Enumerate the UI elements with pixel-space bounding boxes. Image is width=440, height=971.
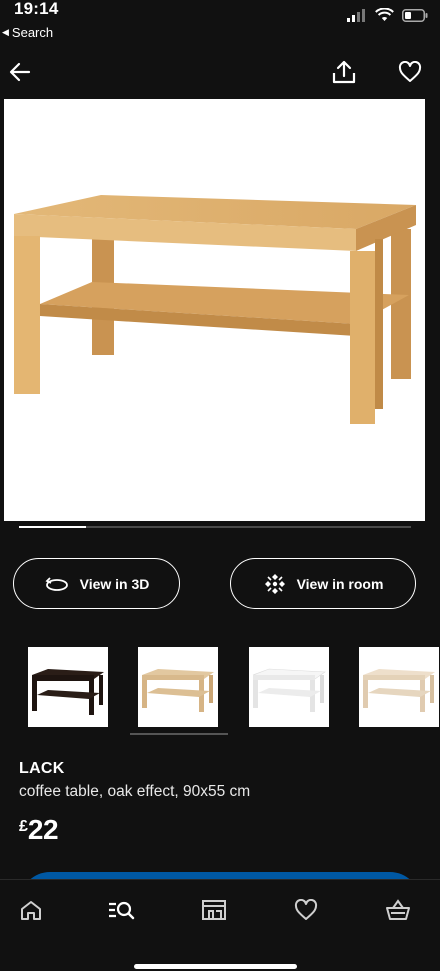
black-table-image [32,669,104,715]
variant-thumb-black-brown[interactable] [28,647,108,727]
status-icons [347,8,428,22]
heart-icon [294,899,318,920]
white-table-image [252,668,326,712]
share-icon [332,60,356,84]
price-currency: £ [19,818,28,835]
variant-thumbnails [28,647,440,739]
selected-variant-indicator [130,733,228,735]
rotate-3d-icon [45,576,68,591]
ar-room-icon [264,573,285,594]
tab-search[interactable] [107,896,135,924]
status-bar: 19:14 ◀ Search [0,0,440,44]
wifi-icon [375,8,394,21]
tab-basket[interactable] [384,896,412,924]
battery-icon [402,8,428,22]
view-in-3d-label: View in 3D [79,575,150,592]
basket-icon [386,899,410,920]
back-to-app-link[interactable]: ◀ Search [2,25,53,40]
back-app-label: Search [11,25,54,40]
view-in-room-label: View in room [296,575,384,592]
carousel-progress [19,526,411,528]
view-in-3d-button[interactable]: View in 3D [13,558,180,609]
oak-table-image [142,669,214,712]
bottom-tab-bar [0,879,440,971]
tab-home[interactable] [17,896,45,924]
view-in-room-button[interactable]: View in room [230,558,416,609]
share-button[interactable] [330,58,358,86]
home-indicator [134,964,297,969]
heart-icon [398,61,422,82]
store-icon [202,900,226,920]
back-button[interactable] [6,58,34,86]
search-icon [109,901,135,920]
arrow-left-icon [9,62,31,82]
tab-favourites[interactable] [292,896,320,924]
product-price: £ 22 [19,814,59,846]
carousel-progress-thumb [19,526,86,528]
coffee-table-image [14,195,416,424]
home-icon [21,901,41,920]
nav-bar [0,50,440,94]
variant-thumb-white[interactable] [249,647,329,727]
status-time: 19:14 [14,0,59,18]
signal-icon [347,8,365,22]
variant-thumb-oak-effect[interactable] [138,647,218,727]
light-oak-table-image [363,669,435,712]
tab-stores[interactable] [200,896,228,924]
back-triangle-icon: ◀ [2,27,9,37]
favorite-button[interactable] [396,58,424,86]
price-amount: 22 [27,814,59,845]
product-image[interactable] [4,99,425,521]
product-name: LACK [19,760,65,777]
variant-thumb-white-stained-oak[interactable] [359,647,439,727]
product-description: coffee table, oak effect, 90x55 cm [19,783,251,800]
